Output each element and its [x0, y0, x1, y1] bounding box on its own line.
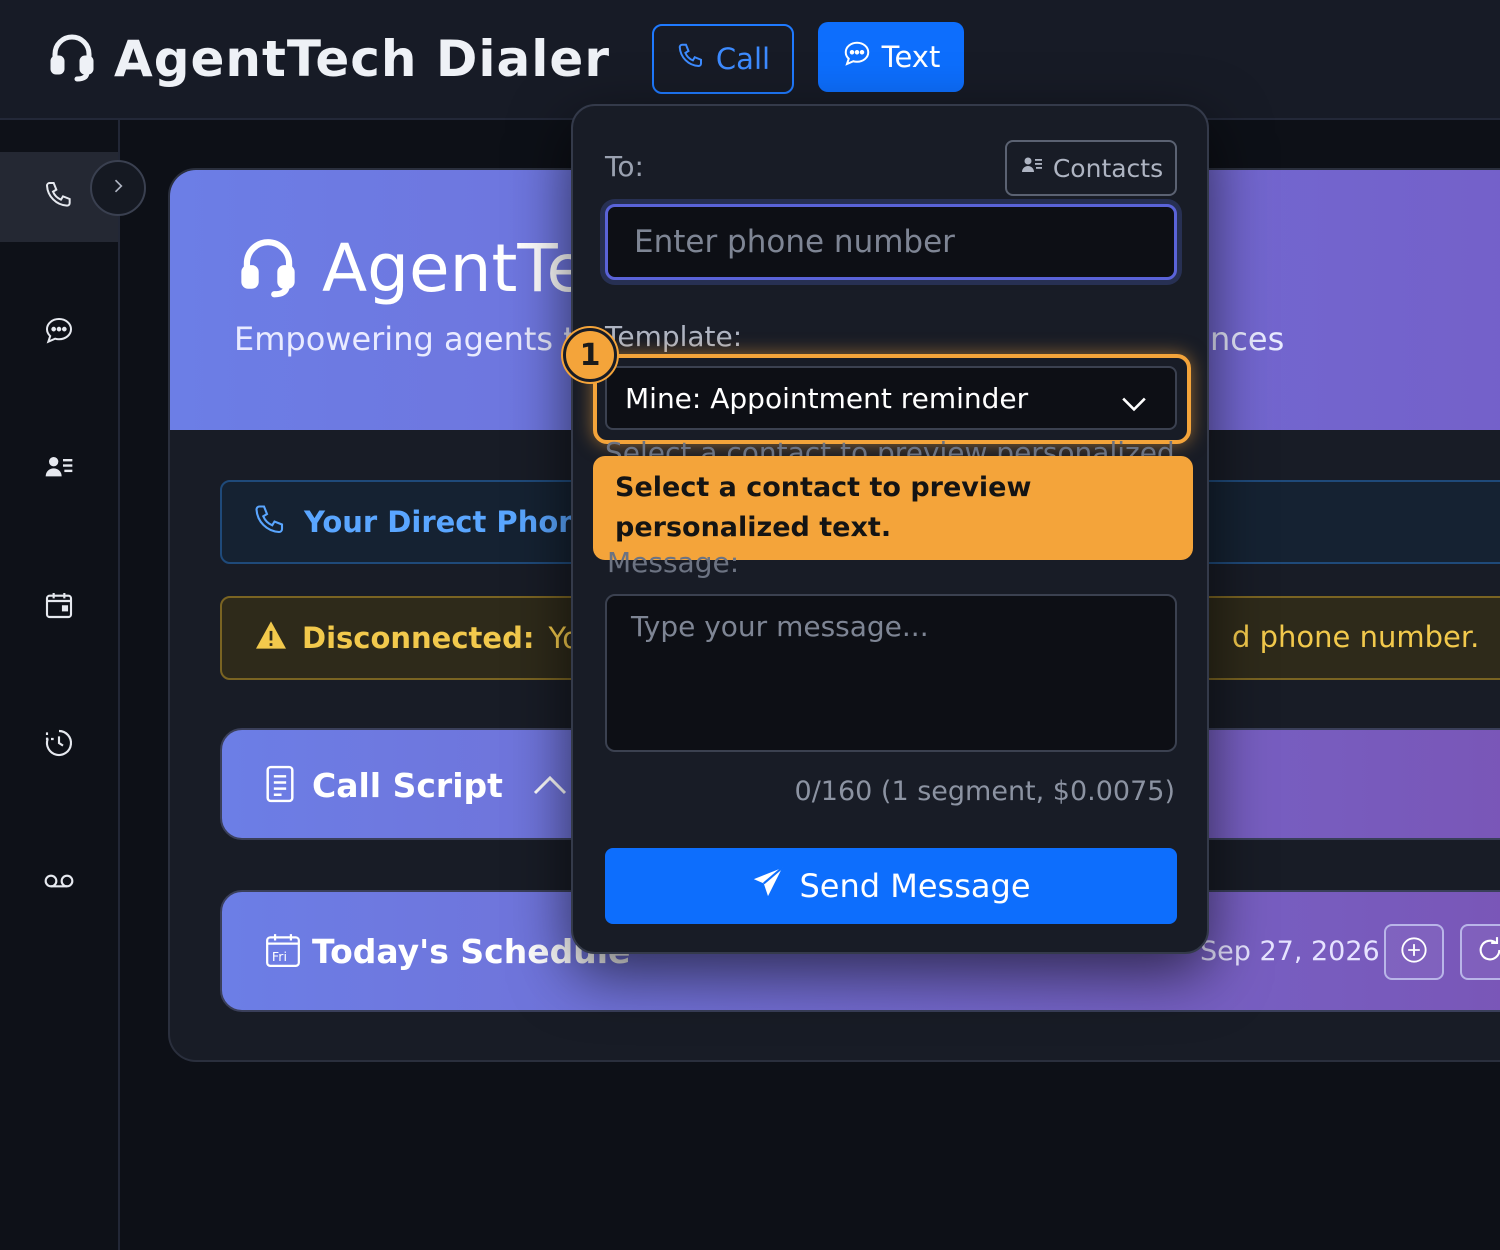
sidebar-item-calendar[interactable] — [0, 562, 118, 652]
warning-icon — [254, 620, 288, 657]
hero-title-text: AgentTe — [322, 230, 588, 307]
call-script-title: Call Script — [312, 766, 503, 805]
contacts-icon — [43, 451, 75, 487]
refresh-schedule-button[interactable] — [1460, 924, 1500, 980]
tour-step-badge: 1 — [563, 328, 617, 382]
schedule-date: Sep 27, 2026 — [1200, 936, 1380, 967]
text-message-popover: To: Contacts Template: Mine: Appointment… — [563, 104, 1209, 954]
chevron-up-icon[interactable] — [532, 770, 568, 802]
hero-title: AgentTe — [240, 230, 587, 307]
document-icon — [264, 764, 296, 808]
message-textarea[interactable] — [605, 594, 1177, 752]
text-mode-button[interactable]: Text — [818, 22, 964, 92]
phone-icon — [676, 41, 706, 78]
app-title: AgentTech Dialer — [114, 30, 611, 88]
voicemail-icon — [43, 865, 75, 901]
template-selected-value: Mine: Appointment reminder — [625, 381, 1029, 415]
refresh-icon — [1476, 936, 1500, 968]
message-label: Message: — [607, 552, 740, 579]
chevron-down-icon — [1121, 388, 1147, 421]
text-mode-label: Text — [881, 40, 941, 74]
top-bar: AgentTech Dialer Call Text — [0, 0, 1500, 120]
call-mode-label: Call — [715, 42, 771, 76]
plus-circle-icon — [1400, 936, 1428, 968]
calendar-day-icon: Fri — [264, 930, 302, 974]
brand: AgentTech Dialer — [50, 30, 610, 88]
headset-icon — [50, 32, 94, 86]
warning-text-end: d phone number. — [1232, 620, 1480, 654]
to-label: To: — [605, 150, 644, 183]
hero-subtitle-end: nces — [1210, 320, 1285, 358]
template-label: Template: — [605, 320, 743, 353]
add-event-button[interactable] — [1384, 924, 1444, 980]
phone-icon — [252, 502, 288, 542]
phone-number-input[interactable] — [605, 204, 1177, 280]
chat-icon — [43, 315, 75, 351]
calendar-icon — [43, 589, 75, 625]
character-counter: 0/160 (1 segment, $0.0075) — [794, 776, 1175, 807]
call-mode-button[interactable]: Call — [652, 24, 794, 94]
sidebar — [0, 120, 120, 1250]
sidebar-item-voicemail[interactable] — [0, 838, 118, 928]
contacts-icon — [1019, 153, 1045, 183]
sidebar-item-contacts[interactable] — [0, 424, 118, 514]
send-icon — [751, 865, 785, 907]
chat-icon — [842, 39, 872, 76]
calendar-day-label: Fri — [272, 949, 287, 964]
chevron-right-icon — [108, 176, 128, 200]
sidebar-item-messages[interactable] — [0, 288, 118, 378]
send-message-button[interactable]: Send Message — [605, 848, 1177, 924]
contacts-button[interactable]: Contacts — [1005, 140, 1177, 196]
history-icon — [43, 727, 75, 763]
tour-tooltip: Select a contact to preview personalized… — [593, 456, 1193, 560]
warning-title: Disconnected: — [302, 621, 535, 655]
sidebar-item-history[interactable] — [0, 700, 118, 790]
sidebar-expand-button[interactable] — [90, 160, 146, 216]
direct-phone-label: Your Direct Phon — [304, 505, 579, 539]
template-select[interactable]: Mine: Appointment reminder — [605, 366, 1177, 430]
send-message-label: Send Message — [799, 867, 1031, 905]
headset-icon — [240, 236, 296, 302]
contacts-button-label: Contacts — [1052, 153, 1164, 183]
phone-icon — [43, 179, 75, 215]
